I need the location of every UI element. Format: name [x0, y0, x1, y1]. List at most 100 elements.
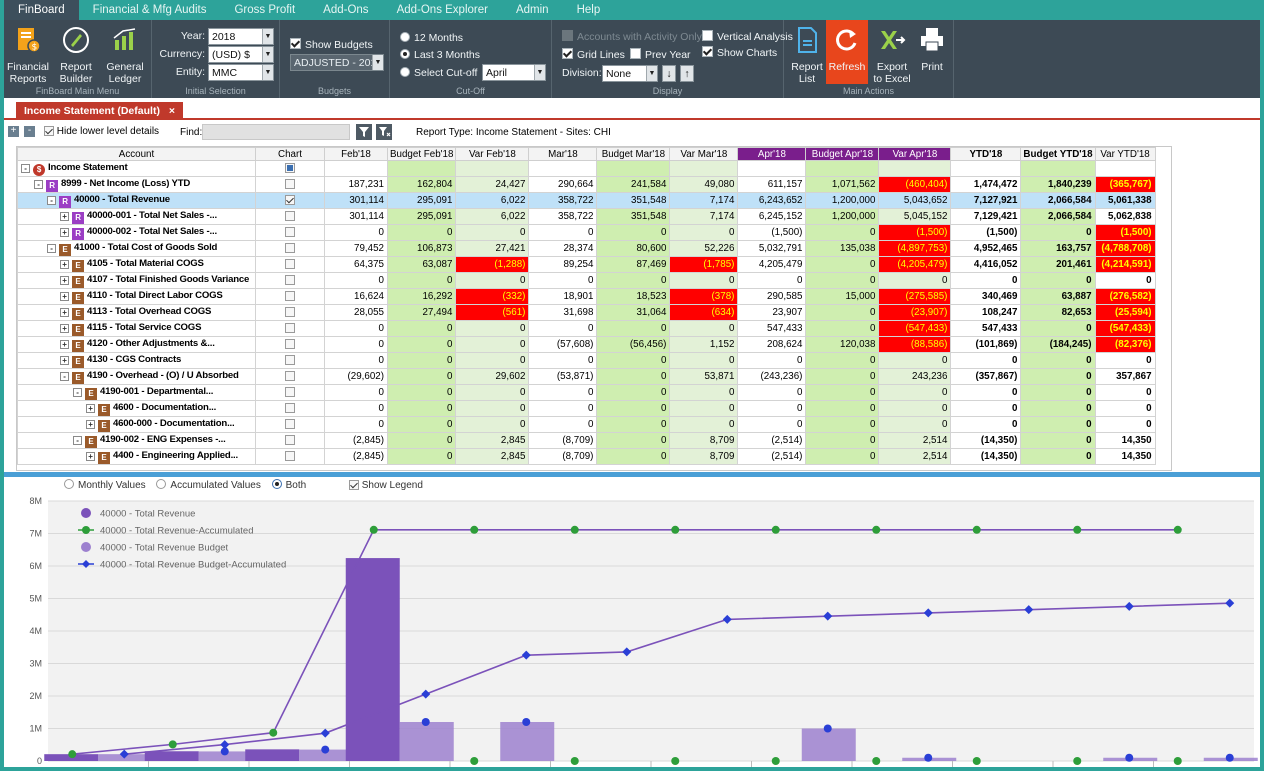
column-header-var-feb-18[interactable]: Var Feb'18: [455, 147, 530, 161]
splitter-bar[interactable]: [4, 472, 1260, 477]
account-cell[interactable]: - $ Income Statement: [17, 160, 256, 177]
find-input[interactable]: [202, 124, 350, 140]
move-up-button[interactable]: ↑: [680, 65, 694, 82]
chart-checkbox[interactable]: [285, 403, 295, 414]
chart-checkbox[interactable]: [285, 259, 295, 270]
table-row[interactable]: - E 4190-002 - ENG Expenses -... (2,845) 0 2,…: [17, 432, 1156, 449]
account-cell[interactable]: - E 4190-001 - Departmental...: [17, 384, 256, 401]
chart-toggle-cell[interactable]: [255, 368, 325, 385]
chart-toggle-cell[interactable]: [255, 288, 325, 305]
account-cell[interactable]: + E 4107 - Total Finished Goods Variance: [17, 272, 256, 289]
close-icon[interactable]: ×: [169, 105, 175, 117]
account-cell[interactable]: + E 4113 - Total Overhead COGS: [17, 304, 256, 321]
chart-toggle-cell[interactable]: [255, 320, 325, 337]
chart-toggle-cell[interactable]: [255, 352, 325, 369]
chart-toggle-cell[interactable]: [255, 160, 325, 177]
column-header-budget-ytd-18[interactable]: Budget YTD'18: [1020, 147, 1096, 161]
cutoff-select-radio[interactable]: Select Cut-off: [400, 67, 477, 79]
hide-lower-checkbox[interactable]: Hide lower level details: [44, 126, 159, 137]
chart-toggle-cell[interactable]: [255, 224, 325, 241]
expand-icon[interactable]: +: [60, 323, 69, 333]
account-cell[interactable]: + R 40000-002 - Total Net Sales -...: [17, 224, 256, 241]
chart-checkbox[interactable]: [285, 355, 295, 366]
account-cell[interactable]: + E 4115 - Total Service COGS: [17, 320, 256, 337]
chart-checkbox[interactable]: [285, 243, 295, 254]
collapse-icon[interactable]: -: [21, 163, 30, 173]
table-row[interactable]: + E 4110 - Total Direct Labor COGS 16,624 16…: [17, 288, 1156, 305]
cutoff-month-select[interactable]: April ▼: [482, 64, 546, 81]
report-list-button[interactable]: Report List: [790, 26, 824, 85]
account-cell[interactable]: + E 4105 - Total Material COGS: [17, 256, 256, 273]
monthly-values-radio[interactable]: Monthly Values: [64, 479, 146, 491]
expand-icon[interactable]: +: [86, 419, 95, 429]
report-builder-button[interactable]: Report Builder: [54, 26, 98, 85]
currency-select[interactable]: (USD) $ ▼: [208, 46, 274, 63]
table-row[interactable]: + E 4600 - Documentation... 0 0 0 0 0 0 0 0 0 0 0 0: [17, 400, 1156, 417]
account-cell[interactable]: + E 4110 - Total Direct Labor COGS: [17, 288, 256, 305]
show-budgets-checkbox[interactable]: Show Budgets: [290, 38, 373, 51]
chart-toggle-cell[interactable]: [255, 192, 325, 209]
account-cell[interactable]: - E 4190-002 - ENG Expenses -...: [17, 432, 256, 449]
account-cell[interactable]: + E 4120 - Other Adjustments &...: [17, 336, 256, 353]
table-row[interactable]: + R 40000-001 - Total Net Sales -... 301,11…: [17, 208, 1156, 225]
column-header-budget-mar-18[interactable]: Budget Mar'18: [596, 147, 671, 161]
chart-checkbox[interactable]: [285, 435, 295, 446]
table-row[interactable]: - R 40000 - Total Revenue 301,114 295,091 6,0…: [17, 192, 1156, 209]
column-header-mar-18[interactable]: Mar'18: [528, 147, 598, 161]
collapse-icon[interactable]: -: [47, 243, 56, 253]
chart-toggle-cell[interactable]: [255, 208, 325, 225]
chart-checkbox[interactable]: [285, 387, 295, 398]
entity-select[interactable]: MMC ▼: [208, 64, 274, 81]
column-header-var-ytd-18[interactable]: Var YTD'18: [1094, 147, 1156, 161]
expand-icon[interactable]: +: [60, 291, 69, 301]
account-cell[interactable]: + E 4600-000 - Documentation...: [17, 416, 256, 433]
prev-year-checkbox[interactable]: Prev Year: [630, 48, 691, 61]
table-row[interactable]: - E 4190-001 - Departmental... 0 0 0 0 0 0 0 0 0 0 0 0: [17, 384, 1156, 401]
chart-checkbox[interactable]: [285, 339, 295, 350]
column-header-var-mar-18[interactable]: Var Mar'18: [669, 147, 739, 161]
budget-select[interactable]: ADJUSTED - 2018 ▼: [290, 54, 384, 71]
menu-item-financial-mfg-audits[interactable]: Financial & Mfg Audits: [79, 0, 221, 20]
chart-checkbox[interactable]: [285, 291, 295, 302]
chart-toggle-cell[interactable]: [255, 400, 325, 417]
chart-toggle-cell[interactable]: [255, 336, 325, 353]
collapse-icon[interactable]: -: [47, 195, 56, 205]
table-row[interactable]: - E 4190 - Overhead - (O) / U Absorbed (29,…: [17, 368, 1156, 385]
expand-all-button[interactable]: +: [8, 126, 19, 137]
chart-checkbox[interactable]: [285, 323, 295, 334]
expand-icon[interactable]: +: [60, 275, 69, 285]
column-header-budget-apr-18[interactable]: Budget Apr'18: [805, 147, 880, 161]
division-select[interactable]: None ▼: [602, 65, 658, 82]
chart-checkbox[interactable]: [285, 371, 295, 382]
chart-checkbox[interactable]: [285, 163, 295, 174]
chart-toggle-cell[interactable]: [255, 432, 325, 449]
chart-checkbox[interactable]: [285, 179, 295, 190]
account-cell[interactable]: - E 41000 - Total Cost of Goods Sold: [17, 240, 256, 257]
table-row[interactable]: + R 40000-002 - Total Net Sales -... 0 0 0 0 0 0…: [17, 224, 1156, 241]
chart-toggle-cell[interactable]: [255, 384, 325, 401]
tab-income-statement[interactable]: Income Statement (Default) ×: [16, 102, 183, 120]
general-ledger-button[interactable]: General Ledger: [102, 26, 148, 85]
collapse-icon[interactable]: -: [34, 179, 43, 189]
chart-toggle-cell[interactable]: [255, 304, 325, 321]
collapse-icon[interactable]: -: [73, 387, 82, 397]
table-row[interactable]: - E 41000 - Total Cost of Goods Sold 79,452…: [17, 240, 1156, 257]
column-header-var-apr-18[interactable]: Var Apr'18: [878, 147, 952, 161]
expand-icon[interactable]: +: [60, 259, 69, 269]
print-button[interactable]: Print: [914, 26, 950, 73]
year-select[interactable]: 2018 ▼: [208, 28, 274, 45]
menu-item-gross-profit[interactable]: Gross Profit: [220, 0, 309, 20]
menu-item-add-ons-explorer[interactable]: Add-Ons Explorer: [383, 0, 502, 20]
chart-checkbox[interactable]: [285, 227, 295, 238]
column-header-feb-18[interactable]: Feb'18: [324, 147, 388, 161]
both-radio[interactable]: Both: [271, 479, 306, 491]
accumulated-values-radio[interactable]: Accumulated Values: [156, 479, 261, 491]
financial-reports-button[interactable]: $ Financial Reports: [6, 26, 50, 85]
chart-checkbox[interactable]: [285, 275, 295, 286]
column-header-account[interactable]: Account: [17, 147, 256, 161]
table-row[interactable]: - R 8999 - Net Income (Loss) YTD 187,231 162…: [17, 176, 1156, 193]
menu-item-add-ons[interactable]: Add-Ons: [309, 0, 382, 20]
move-down-button[interactable]: ↓: [662, 65, 676, 82]
table-row[interactable]: - $ Income Statement: [17, 160, 1156, 177]
chart-toggle-cell[interactable]: [255, 256, 325, 273]
